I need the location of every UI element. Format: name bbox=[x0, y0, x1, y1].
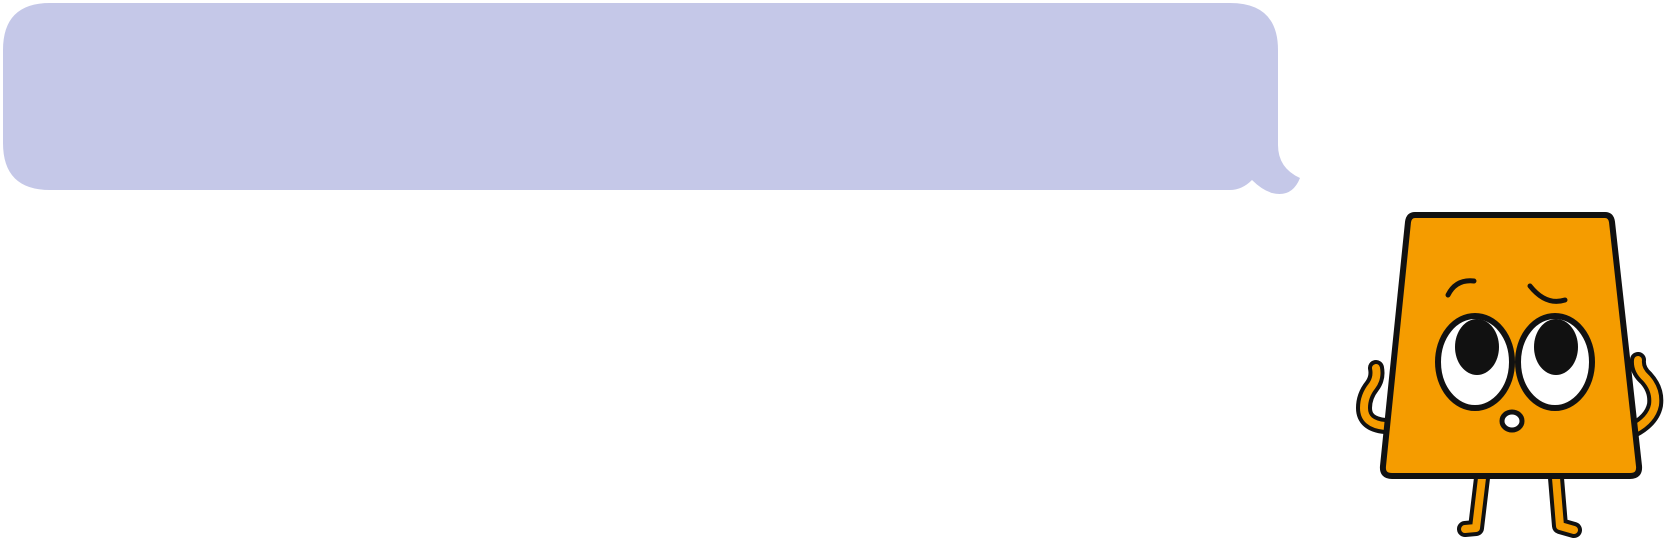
character-legs bbox=[1457, 470, 1582, 538]
left-eye bbox=[1435, 313, 1515, 411]
right-eye bbox=[1515, 313, 1595, 411]
mouth bbox=[1499, 409, 1525, 433]
scene bbox=[0, 0, 1678, 556]
speech-bubble-text bbox=[60, 44, 1220, 154]
trapezoid-character-icon bbox=[1356, 212, 1664, 538]
